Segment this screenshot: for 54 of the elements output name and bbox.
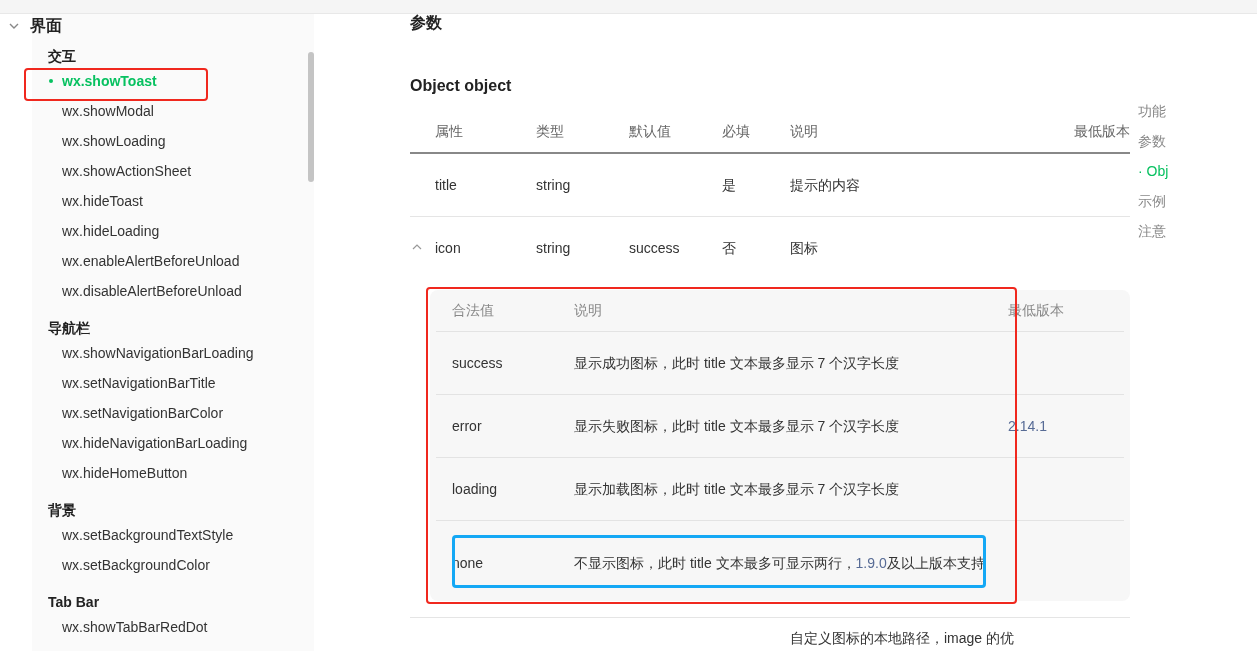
column-header: 说明 (574, 302, 602, 318)
column-header: 说明 (790, 122, 818, 139)
table-cell: 是 (722, 176, 736, 193)
table-cell: 提示的内容 (790, 176, 860, 193)
sidebar-link[interactable]: wx.hideNavigationBarLoading (0, 432, 248, 454)
toc-link[interactable]: 注意 (1138, 221, 1257, 241)
column-header: 默认值 (629, 122, 671, 139)
column-header: 最低版本 (1074, 122, 1130, 139)
column-header: 类型 (536, 122, 564, 139)
table-cell: 显示成功图标，此时 title 文本最多显示 7 个汉字长度 (574, 355, 900, 371)
sidebar-link[interactable]: wx.setBackgroundTextStyle (0, 524, 234, 546)
group-title: 导航栏 (47, 320, 91, 336)
sidebar-link[interactable]: wx.hideToast (0, 190, 143, 212)
table-cell: success (452, 354, 503, 371)
table-cell: string (536, 240, 571, 256)
sidebar-link[interactable]: wx.showNavigationBarLoading (0, 342, 254, 364)
version-link[interactable]: 1.9.0 (855, 555, 887, 571)
group-title: Tab Bar (47, 594, 101, 610)
section-heading: 参数 (410, 13, 443, 31)
table-cell: 图标 (790, 240, 818, 256)
column-header: 必填 (722, 122, 750, 139)
table-cell: 否 (722, 240, 736, 256)
table-cell: 不显示图标，此时 title 文本最多可显示两行，1.9.0及以上版本支持 (574, 555, 985, 571)
toc-link[interactable]: 功能 (1138, 101, 1257, 121)
table-cell: title (435, 176, 457, 193)
table-cell: success (629, 240, 680, 256)
group-title: 交互 (47, 48, 77, 64)
table-cell: string (536, 176, 571, 193)
sidebar-link[interactable]: wx.showActionSheet (0, 160, 192, 182)
sidebar-link[interactable]: wx.hideLoading (0, 220, 160, 242)
table-cell: 自定义图标的本地路径，image 的优 (790, 630, 1015, 646)
subsection-heading: Object object (410, 76, 513, 94)
table-cell: loading (452, 480, 498, 497)
table-cell: 显示加载图标，此时 title 文本最多显示 7 个汉字长度 (574, 481, 900, 497)
toc-link[interactable]: 示例 (1138, 191, 1257, 211)
table-cell: 显示失败图标，此时 title 文本最多显示 7 个汉字长度 (574, 418, 900, 434)
group-title: 背景 (47, 502, 77, 518)
scrollbar[interactable] (308, 52, 314, 182)
table-cell: error (452, 417, 482, 434)
sidebar-link[interactable]: wx.showTabBarRedDot (0, 616, 208, 638)
sidebar-link[interactable]: wx.disableAlertBeforeUnload (0, 280, 242, 302)
table-cell: icon (435, 240, 461, 256)
section-title[interactable]: 界面 (30, 14, 62, 38)
column-header: 合法值 (452, 302, 494, 318)
sidebar-link[interactable]: wx.showModal (0, 100, 154, 122)
sidebar-link[interactable]: wx.hideHomeButton (0, 462, 188, 484)
sidebar-link[interactable]: wx.enableAlertBeforeUnload (0, 250, 240, 272)
column-header: 属性 (435, 122, 463, 139)
caret-icon[interactable] (412, 243, 422, 251)
sidebar-link[interactable]: wx.setBackgroundColor (0, 554, 210, 576)
toc-link[interactable]: 参数 (1138, 131, 1257, 151)
sidebar-link[interactable]: wx.setNavigationBarTitle (0, 372, 216, 394)
sidebar-link[interactable]: wx.showLoading (0, 130, 166, 152)
sidebar-link[interactable]: wx.setNavigationBarColor (0, 402, 224, 424)
